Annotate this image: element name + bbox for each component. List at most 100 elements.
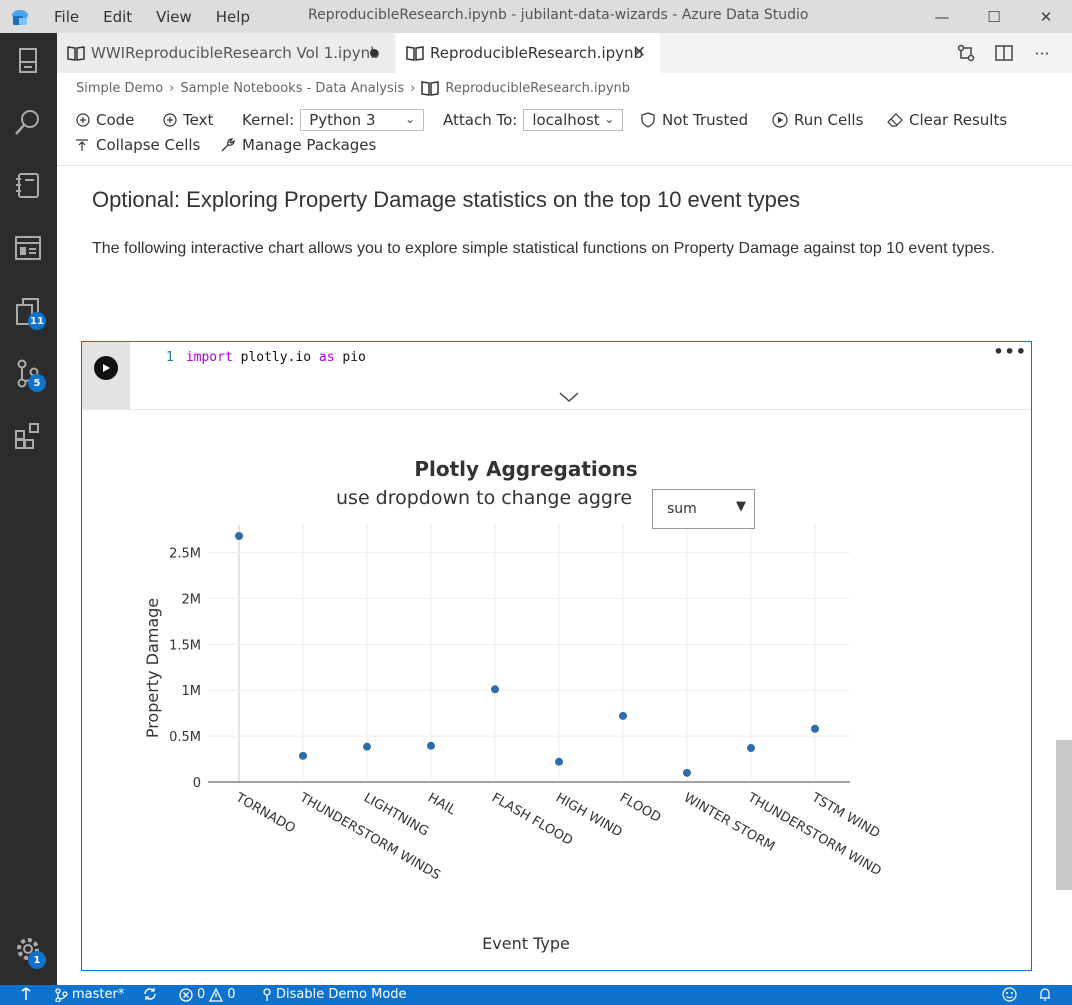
- data-point[interactable]: [683, 768, 691, 777]
- wrench-icon: [221, 138, 235, 152]
- x-tick-label: HAIL: [425, 790, 459, 818]
- activity-bar: 11 5 1: [0, 33, 57, 985]
- data-point[interactable]: [235, 532, 243, 541]
- menu-view[interactable]: View: [144, 8, 204, 26]
- data-point[interactable]: [363, 742, 371, 751]
- compare-changes-icon[interactable]: [956, 43, 976, 63]
- attach-to-value: localhost: [532, 111, 600, 129]
- markdown-heading: Optional: Exploring Property Damage stat…: [92, 187, 801, 212]
- tab-label: ReproducibleResearch.ipynb: [430, 44, 644, 62]
- kernel-select[interactable]: Python 3 ⌄: [300, 109, 425, 131]
- notebooks-badge: 11: [28, 312, 46, 330]
- warning-count: 0: [227, 987, 236, 1002]
- kernel-group: Kernel: Python 3 ⌄: [242, 109, 425, 131]
- play-circle-icon: [772, 112, 788, 128]
- y-tick-label: 1.5M: [169, 638, 201, 653]
- clear-results-label: Clear Results: [909, 111, 1008, 129]
- menu-edit[interactable]: Edit: [91, 8, 144, 26]
- x-tick-label: TORNADO: [232, 790, 298, 837]
- add-text-button[interactable]: Text: [163, 111, 213, 129]
- git-branch-icon: [55, 987, 68, 1002]
- chevron-down-icon: ⌄: [604, 112, 615, 126]
- collapse-icon: [76, 139, 88, 151]
- branch-label: master*: [72, 987, 125, 1002]
- attach-to-select[interactable]: localhost ⌄: [523, 109, 624, 131]
- y-tick-label: 2.5M: [169, 547, 201, 562]
- book-icon: [67, 46, 85, 61]
- settings-badge: 1: [28, 951, 46, 969]
- notebook-toolbar: Code Text Kernel: Python 3 ⌄ Attach To: …: [57, 108, 1072, 166]
- data-point[interactable]: [427, 741, 435, 750]
- more-actions-icon[interactable]: ···: [1032, 43, 1052, 63]
- feedback-smiley-icon[interactable]: [1002, 987, 1017, 1002]
- breadcrumb-separator-icon: ›: [169, 80, 175, 96]
- dropdown-arrow-icon: ▼: [736, 499, 746, 514]
- editor-scrollbar-thumb[interactable]: [1056, 740, 1072, 890]
- aggregation-dropdown[interactable]: sum ▼: [652, 489, 755, 529]
- chevron-down-icon: ⌄: [405, 112, 416, 126]
- title-bar: File Edit View Help ReproducibleResearch…: [0, 0, 1072, 33]
- azure-data-studio-logo-icon: [12, 9, 28, 25]
- chart-title: Plotly Aggregations: [414, 457, 637, 481]
- shield-icon: [641, 112, 655, 128]
- attach-to-label: Attach To:: [443, 111, 518, 129]
- maximize-button[interactable]: ☐: [968, 0, 1020, 33]
- disable-demo-mode-button[interactable]: Disable Demo Mode: [262, 987, 407, 1002]
- extensions-icon[interactable]: [13, 421, 43, 451]
- unsaved-dot-icon[interactable]: [370, 49, 378, 57]
- add-code-label: Code: [96, 111, 135, 129]
- minimize-button[interactable]: —: [916, 0, 968, 33]
- dashboard-icon[interactable]: [13, 233, 43, 263]
- breadcrumb-item[interactable]: ReproducibleResearch.ipynb: [445, 81, 630, 96]
- notebook-editor: Optional: Exploring Property Damage stat…: [57, 167, 1072, 985]
- breadcrumb-item[interactable]: Sample Notebooks - Data Analysis: [180, 81, 404, 96]
- collapse-cells-button[interactable]: Collapse Cells: [74, 136, 200, 154]
- book-icon: [421, 81, 440, 96]
- cell-more-actions-icon[interactable]: •••: [993, 342, 1027, 361]
- expand-code-chevron-icon[interactable]: [558, 390, 580, 404]
- sync-icon[interactable]: [142, 987, 158, 1001]
- keyword-import: import: [185, 350, 233, 365]
- add-code-button[interactable]: Code: [76, 111, 134, 129]
- data-point[interactable]: [491, 685, 499, 694]
- collapse-cells-label: Collapse Cells: [96, 136, 201, 154]
- close-tab-icon[interactable]: ✕: [633, 42, 646, 61]
- menu-file[interactable]: File: [42, 8, 91, 26]
- search-icon[interactable]: [13, 107, 43, 137]
- tab-wwi-reproducible-research[interactable]: WWIReproducibleResearch Vol 1.ipynb: [57, 33, 395, 73]
- dropdown-selected-value: sum: [667, 501, 697, 517]
- breadcrumb-item[interactable]: Simple Demo: [76, 81, 163, 96]
- cell-gutter: [82, 342, 130, 409]
- manage-packages-button[interactable]: Manage Packages: [220, 136, 376, 154]
- split-editor-icon[interactable]: [994, 43, 1014, 63]
- plotly-chart[interactable]: 00.5M1M1.5M2M2.5MTORNADO THUNDERSTORM WIN…: [82, 410, 1031, 970]
- y-tick-label: 0: [193, 776, 201, 791]
- problems-status[interactable]: 0 0: [179, 987, 236, 1002]
- run-cells-button[interactable]: Run Cells: [772, 111, 863, 129]
- data-point[interactable]: [555, 757, 563, 766]
- tab-reproducible-research[interactable]: ReproducibleResearch.ipynb ✕: [396, 33, 660, 73]
- y-axis-label: Property Damage: [143, 598, 162, 738]
- menu-help[interactable]: Help: [204, 8, 262, 26]
- branch-status[interactable]: master*: [54, 987, 124, 1002]
- add-circle-icon: [163, 113, 177, 127]
- source-control-badge: 5: [28, 374, 46, 392]
- clear-results-button[interactable]: Clear Results: [887, 111, 1007, 129]
- servers-icon[interactable]: [13, 45, 43, 75]
- tab-label: WWIReproducibleResearch Vol 1.ipynb: [91, 44, 380, 62]
- eraser-icon: [887, 113, 903, 127]
- not-trusted-button[interactable]: Not Trusted: [640, 111, 748, 129]
- notebook-icon[interactable]: [13, 170, 43, 200]
- data-point[interactable]: [747, 744, 755, 753]
- close-window-button[interactable]: ✕: [1020, 0, 1072, 33]
- data-point[interactable]: [811, 724, 819, 733]
- error-count: 0: [197, 987, 206, 1002]
- notifications-bell-icon[interactable]: [1038, 987, 1052, 1002]
- run-cell-button[interactable]: [94, 356, 118, 380]
- data-point[interactable]: [619, 711, 627, 720]
- code-line[interactable]: 1 import plotly.io as pio: [166, 350, 366, 365]
- chart-subtitle: use dropdown to change aggre: [336, 487, 632, 509]
- code-cell[interactable]: 1 import plotly.io as pio ••• 0 0.5M 1M 1.5M…: [81, 341, 1032, 971]
- remote-icon[interactable]: [20, 987, 32, 1001]
- data-point[interactable]: [299, 751, 307, 760]
